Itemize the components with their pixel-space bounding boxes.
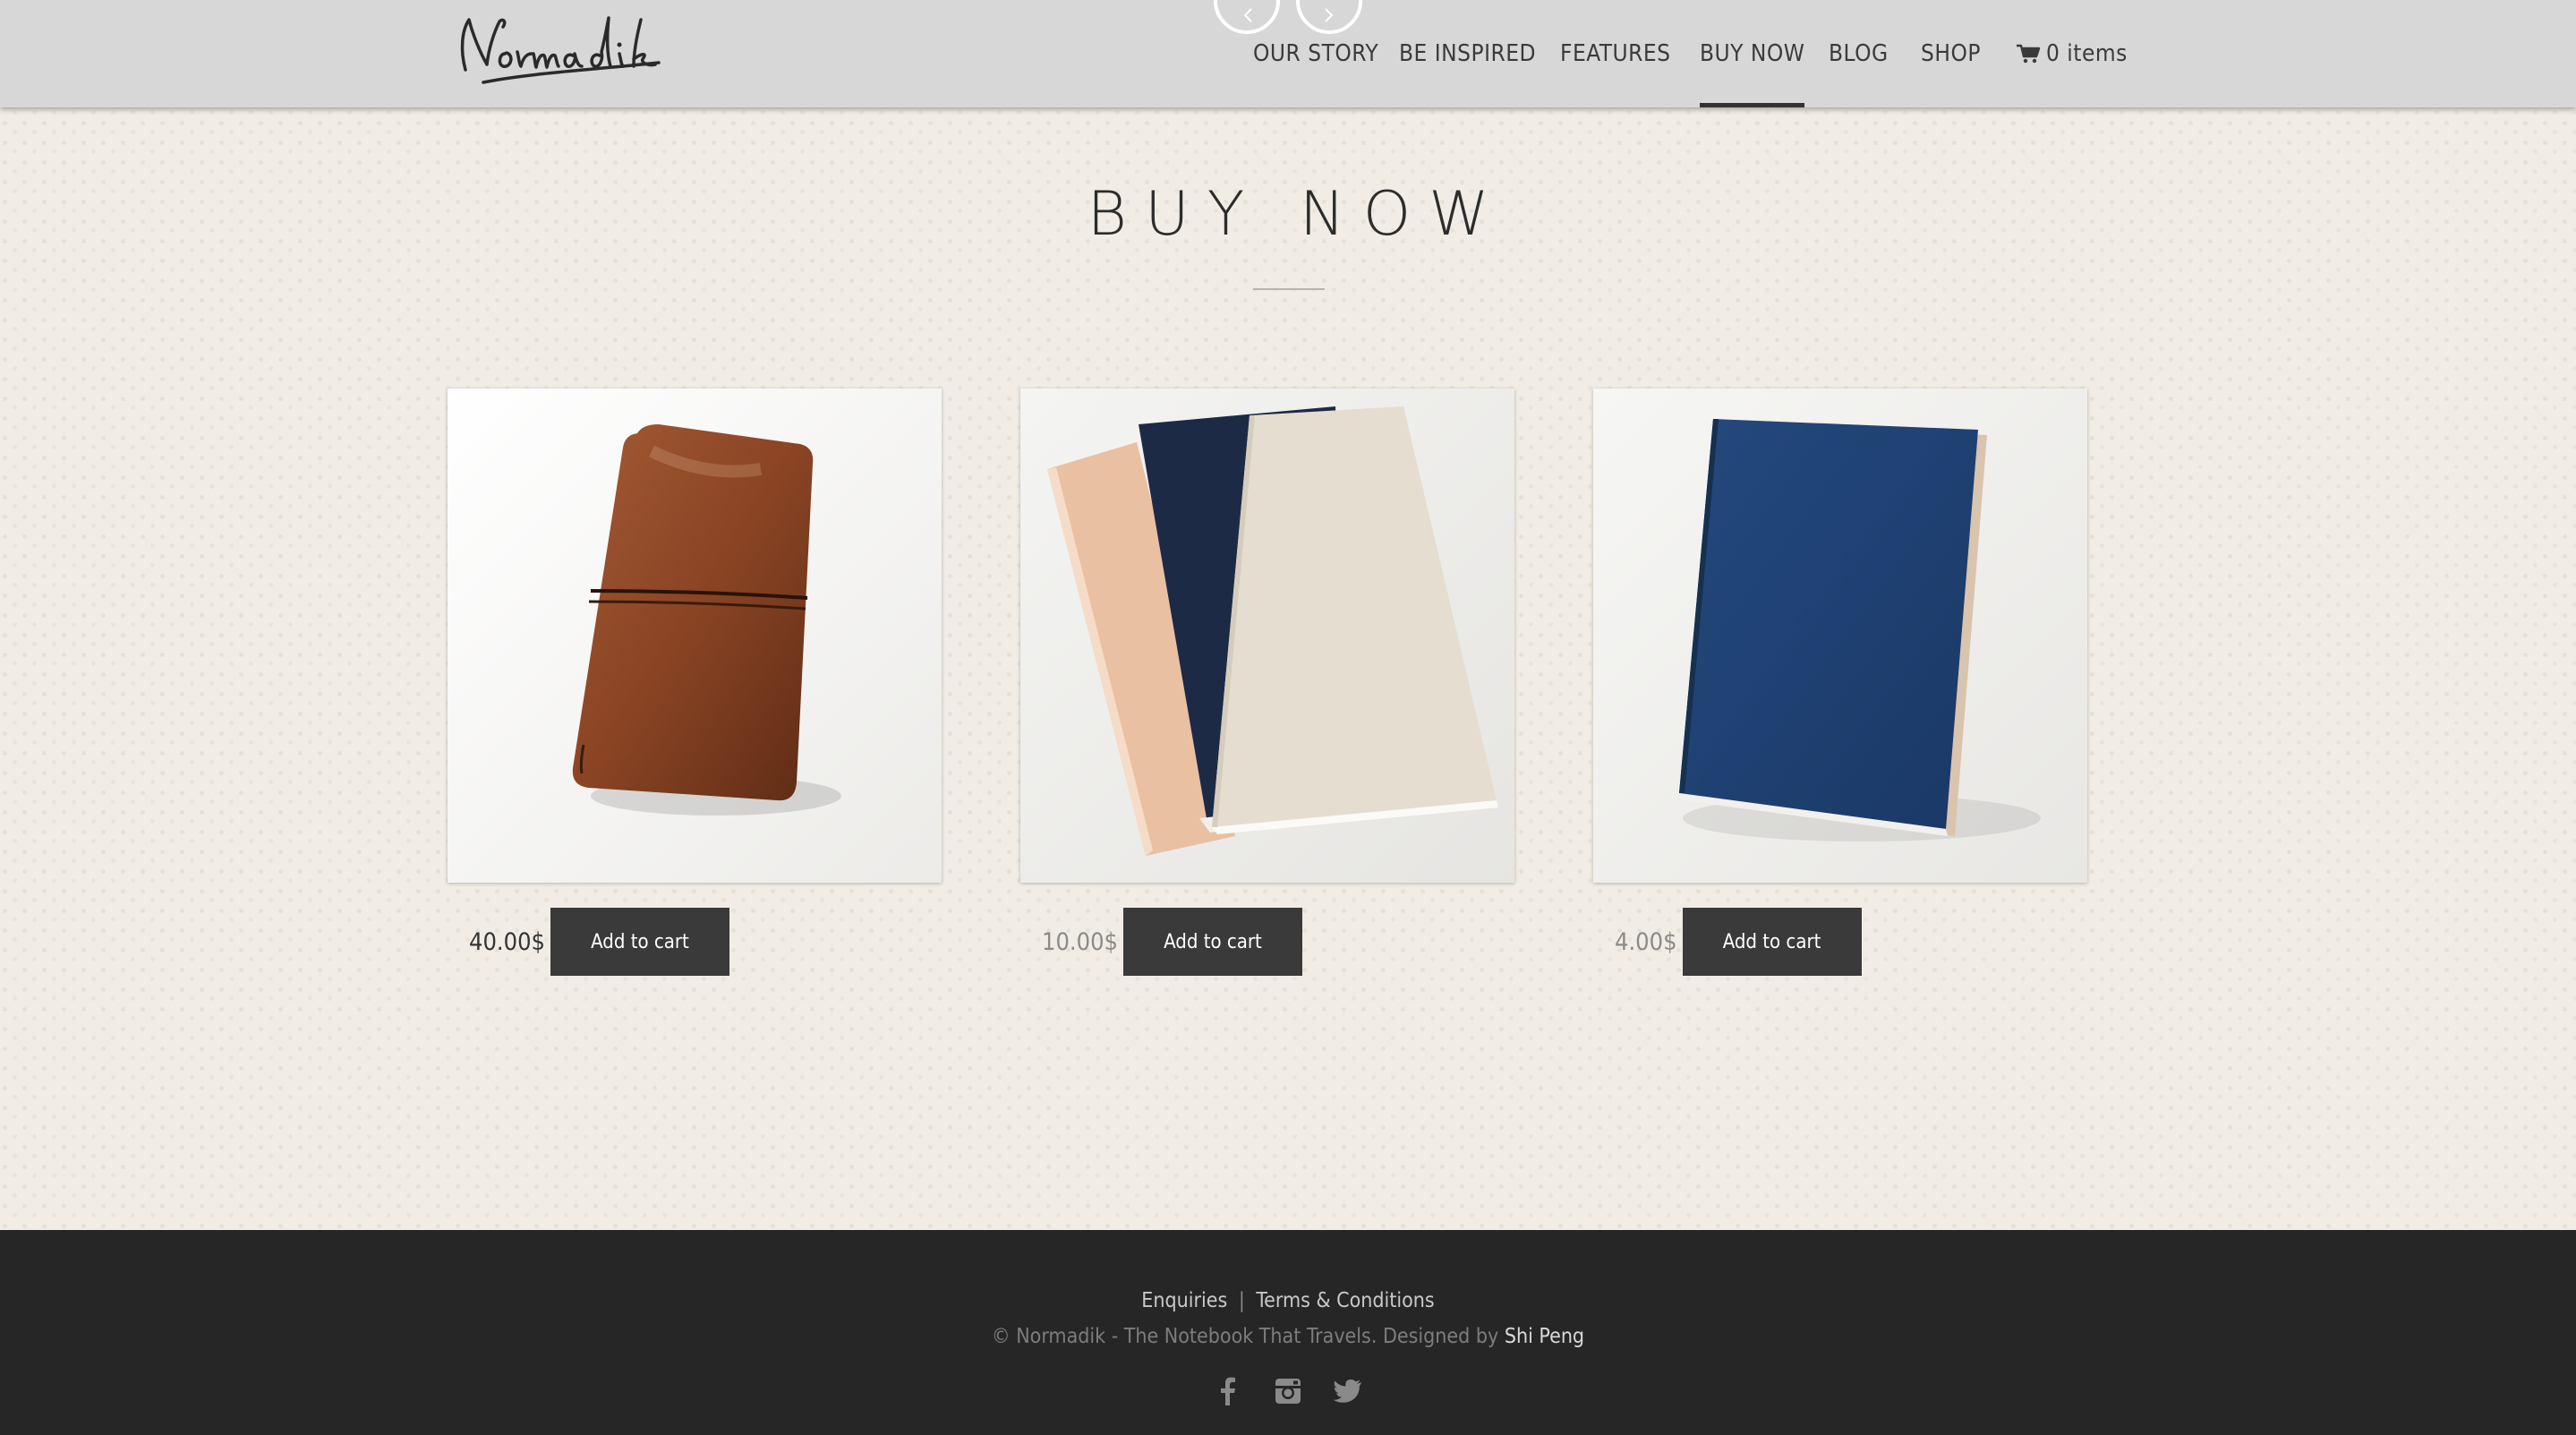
product-price: 10.00$	[1042, 927, 1118, 956]
add-to-cart-button[interactable]: Add to cart	[1122, 908, 1302, 976]
site-header: OUR STORY BE INSPIRED FEATURES BUY NOW B…	[0, 0, 2576, 107]
site-footer: Enquiries | Terms & Conditions © Normadi…	[0, 1230, 2576, 1435]
blue-notebook-insert-image	[1593, 389, 2087, 883]
nav-cart[interactable]: 0 items	[2016, 0, 2128, 107]
three-notebook-inserts-image	[1020, 389, 1514, 883]
product-image-leather-cover[interactable]	[448, 389, 942, 883]
instagram-icon[interactable]	[1272, 1375, 1304, 1407]
cart-count-label: 0 items	[2046, 40, 2128, 67]
product-meta: 4.00$ Add to cart	[1593, 908, 1862, 976]
product-image-notebook-inserts[interactable]	[1020, 389, 1514, 883]
product-card: 4.00$ Add to cart	[1593, 389, 2087, 976]
copyright-label: © Normadik - The Notebook That Travels. …	[991, 1325, 1499, 1348]
product-meta: 10.00$ Add to cart	[1020, 908, 1302, 976]
site-logo[interactable]	[448, 7, 689, 97]
terms-link[interactable]: Terms & Conditions	[1256, 1289, 1434, 1312]
copyright-text: © Normadik - The Notebook That Travels. …	[0, 1325, 2576, 1348]
page-title: BUY NOW	[1087, 179, 1507, 250]
enquiries-link[interactable]: Enquiries	[1141, 1289, 1227, 1312]
nav-our-story[interactable]: OUR STORY	[1253, 0, 1378, 107]
footer-links: Enquiries | Terms & Conditions	[0, 1289, 2576, 1312]
product-price: 4.00$	[1615, 927, 1677, 956]
add-to-cart-button[interactable]: Add to cart	[550, 908, 729, 976]
social-links	[1212, 1373, 1364, 1409]
product-card: 10.00$ Add to cart	[1020, 389, 1514, 976]
facebook-icon[interactable]	[1212, 1375, 1244, 1407]
add-to-cart-button[interactable]: Add to cart	[1682, 908, 1862, 976]
twitter-icon[interactable]	[1332, 1375, 1364, 1407]
product-card: 40.00$ Add to cart	[448, 389, 942, 976]
title-divider	[1253, 288, 1325, 290]
nav-blog[interactable]: BLOG	[1829, 0, 1889, 107]
brown-leather-notebook-image	[448, 389, 942, 883]
normadik-logo	[460, 16, 661, 84]
product-meta: 40.00$ Add to cart	[448, 908, 729, 976]
designer-link[interactable]: Shi Peng	[1505, 1325, 1584, 1348]
nav-buy-now[interactable]: BUY NOW	[1700, 0, 1805, 107]
nav-be-inspired[interactable]: BE INSPIRED	[1399, 0, 1536, 107]
product-image-blue-insert[interactable]	[1593, 389, 2087, 883]
nav-features[interactable]: FEATURES	[1560, 0, 1671, 107]
shopping-cart-icon	[2017, 44, 2041, 64]
footer-separator: |	[1238, 1289, 1245, 1312]
product-price: 40.00$	[469, 927, 545, 956]
nav-shop[interactable]: SHOP	[1921, 0, 1981, 107]
